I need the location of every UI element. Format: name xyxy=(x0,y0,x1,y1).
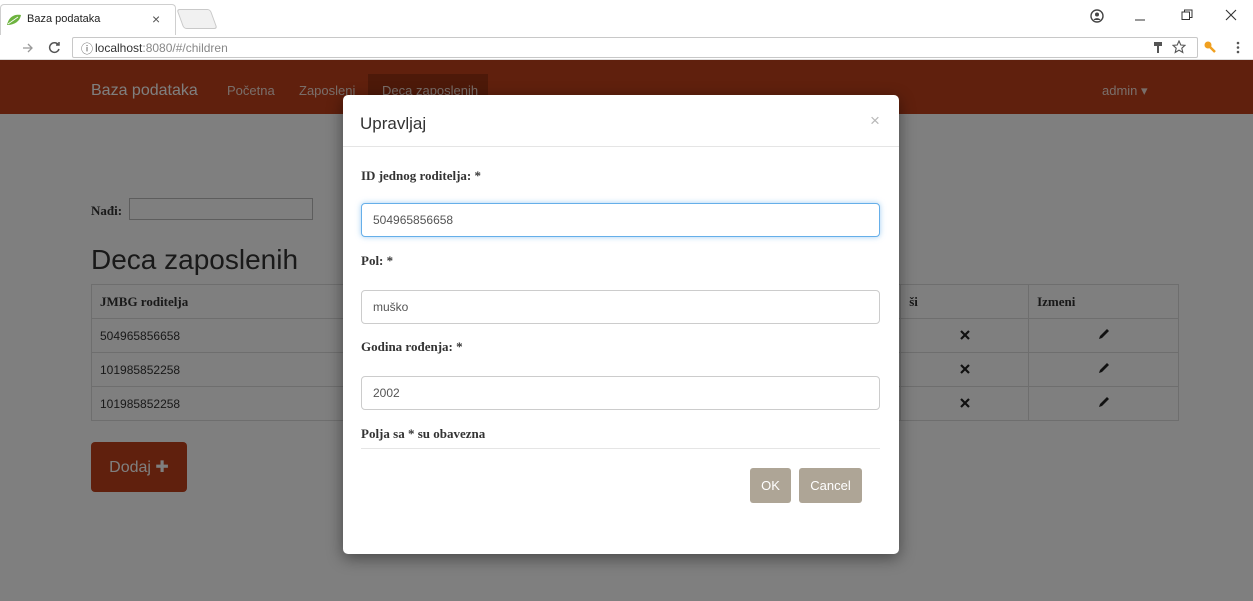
modal-footer-divider xyxy=(361,448,880,449)
browser-tab[interactable]: Baza podataka × xyxy=(0,4,176,35)
url-path: :8080/#/children xyxy=(142,41,228,55)
url-text: localhost:8080/#/children xyxy=(95,41,228,55)
minimize-icon[interactable] xyxy=(1134,12,1146,22)
profile-icon[interactable] xyxy=(1090,9,1104,23)
menu-icon[interactable] xyxy=(1236,41,1240,54)
restore-icon[interactable] xyxy=(1181,9,1193,21)
close-icon[interactable]: × xyxy=(870,111,880,131)
browser-tabstrip: Baza podataka × xyxy=(0,0,1253,35)
birth-year-input[interactable] xyxy=(361,376,880,410)
modal-title: Upravljaj xyxy=(360,114,427,133)
leaf-icon xyxy=(7,14,21,25)
forward-icon[interactable] xyxy=(22,42,34,54)
parent-id-input[interactable] xyxy=(361,203,880,237)
parent-id-label: ID jednog roditelja: * xyxy=(361,168,482,183)
required-note: Polja sa * su obavezna xyxy=(361,426,486,441)
address-bar[interactable]: ⓘ localhost:8080/#/children xyxy=(72,37,1198,58)
screen: Baza podataka × ⓘ localhost:8080/#/child… xyxy=(0,0,1253,601)
birth-year-label: Godina rođenja: * xyxy=(361,339,463,354)
url-host: localhost xyxy=(95,41,143,55)
manage-dialog: Upravljaj × ID jednog roditelja: * Pol: … xyxy=(343,95,899,554)
reload-icon[interactable] xyxy=(48,41,61,54)
key-icon[interactable] xyxy=(1153,41,1163,54)
extension-icon[interactable] xyxy=(1203,40,1217,54)
close-window-icon[interactable] xyxy=(1225,9,1237,21)
tab-close-icon[interactable]: × xyxy=(152,11,160,27)
ok-button[interactable]: OK xyxy=(750,468,791,503)
browser-toolbar: ⓘ localhost:8080/#/children xyxy=(0,35,1253,60)
tab-title: Baza podataka xyxy=(27,13,101,25)
modal-divider xyxy=(343,146,899,147)
bookmark-star-icon[interactable] xyxy=(1172,40,1186,54)
new-tab-button[interactable] xyxy=(176,9,218,29)
gender-input[interactable] xyxy=(361,290,880,324)
cancel-button[interactable]: Cancel xyxy=(799,468,862,503)
info-icon[interactable]: ⓘ xyxy=(81,40,93,57)
gender-label: Pol: * xyxy=(361,253,394,268)
